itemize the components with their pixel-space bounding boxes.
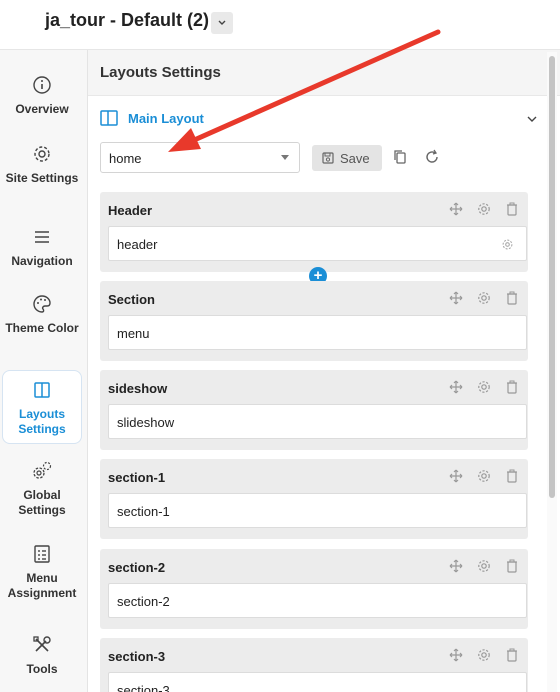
layout-section-section-3: section-3 section-3 [100,638,528,692]
position-name: section-2 [117,594,170,609]
position-row[interactable]: header [108,226,527,261]
sidebar-item-label: Theme Color [5,321,79,335]
save-button[interactable]: Save [312,145,382,171]
trash-icon[interactable] [504,468,520,484]
layout-select[interactable]: home [100,142,300,173]
position-name: section-3 [117,683,170,692]
trash-icon[interactable] [504,379,520,395]
trash-icon[interactable] [504,558,520,574]
gear-icon [31,143,53,165]
layout-section-section: Section menu [100,281,528,361]
gear-icon[interactable] [501,238,514,251]
sidebar-item-layouts-settings[interactable]: Layouts Settings [2,370,82,444]
save-icon [322,152,334,164]
sidebar-item-label: Overview [15,102,69,116]
section-name: sideshow [108,381,168,396]
app-window: ja_tour - Default (2) Overview Site Sett… [0,0,560,692]
gear-icon[interactable] [476,558,492,574]
hamburger-icon [31,226,53,248]
layout-section-header: Header header [100,192,528,272]
sidebar-item-label: Tools [26,662,58,676]
scrollbar-thumb[interactable] [549,56,555,498]
position-name: section-1 [117,504,170,519]
layouts-settings-panel: Layouts Settings Main Layout home Save H… [88,50,560,692]
section-actions [448,290,520,306]
gear-icon[interactable] [476,647,492,663]
sidebar-item-overview[interactable]: Overview [2,74,82,117]
move-icon[interactable] [448,558,464,574]
section-name: section-3 [108,649,166,664]
trash-icon[interactable] [504,201,520,217]
sidebar-item-label: Navigation [11,254,73,268]
title-bar: ja_tour - Default (2) [0,0,560,50]
section-actions [448,468,520,484]
palette-icon [31,293,53,315]
caret-down-icon [281,155,289,160]
position-row[interactable]: section-1 [108,493,527,528]
position-name: menu [117,326,150,341]
section-actions [448,201,520,217]
sidebar: Overview Site Settings Navigation Theme … [0,50,88,692]
sidebar-item-menu-assignment[interactable]: Menu Assignment [2,543,82,601]
chevron-down-icon[interactable] [526,114,538,124]
layout-icon [100,110,118,126]
layout-section-sideshow: sideshow slideshow [100,370,528,450]
copy-icon[interactable] [392,149,408,165]
panel-header: Layouts Settings [88,50,560,96]
section-actions [448,647,520,663]
sidebar-item-label: Layouts Settings [18,407,66,436]
main-layout-label: Main Layout [128,111,204,126]
sidebar-item-label: Menu Assignment [7,571,77,600]
section-name: Header [108,203,153,218]
position-name: slideshow [117,415,175,430]
layout-select-value: home [109,151,142,166]
section-actions [448,558,520,574]
layout-icon [31,379,53,401]
window-title: ja_tour - Default (2) [45,10,210,30]
section-actions [448,379,520,395]
info-circle-icon [31,74,53,96]
checklist-icon [31,543,53,565]
position-row[interactable]: section-3 [108,672,527,692]
position-row[interactable]: slideshow [108,404,527,439]
gear-icon[interactable] [476,201,492,217]
section-name: section-2 [108,560,166,575]
chevron-down-icon [218,20,226,25]
move-icon[interactable] [448,201,464,217]
move-icon[interactable] [448,468,464,484]
sidebar-item-label: Global Settings [18,488,66,517]
section-name: Section [108,292,155,307]
sidebar-item-tools[interactable]: Tools [2,634,82,677]
gear-icon[interactable] [476,468,492,484]
position-row[interactable]: menu [108,315,527,350]
sidebar-item-theme-color[interactable]: Theme Color [2,293,82,336]
sidebar-item-site-settings[interactable]: Site Settings [2,143,82,186]
position-name: header [117,237,158,252]
tools-icon [31,634,53,656]
position-row[interactable]: section-2 [108,583,527,618]
gear-icon[interactable] [476,379,492,395]
sidebar-item-label: Site Settings [5,171,79,185]
title-dropdown-button[interactable] [211,12,233,34]
panel-title: Layouts Settings [100,64,221,81]
sidebar-item-global-settings[interactable]: Global Settings [2,460,82,518]
move-icon[interactable] [448,290,464,306]
refresh-icon[interactable] [424,149,440,165]
sidebar-item-navigation[interactable]: Navigation [2,226,82,269]
section-name: section-1 [108,470,166,485]
save-label: Save [340,150,370,166]
trash-icon[interactable] [504,290,520,306]
layout-section-section-2: section-2 section-2 [100,549,528,629]
trash-icon[interactable] [504,647,520,663]
gears-icon [31,460,53,482]
layout-section-section-1: section-1 section-1 [100,459,528,539]
gear-icon[interactable] [476,290,492,306]
move-icon[interactable] [448,379,464,395]
move-icon[interactable] [448,647,464,663]
